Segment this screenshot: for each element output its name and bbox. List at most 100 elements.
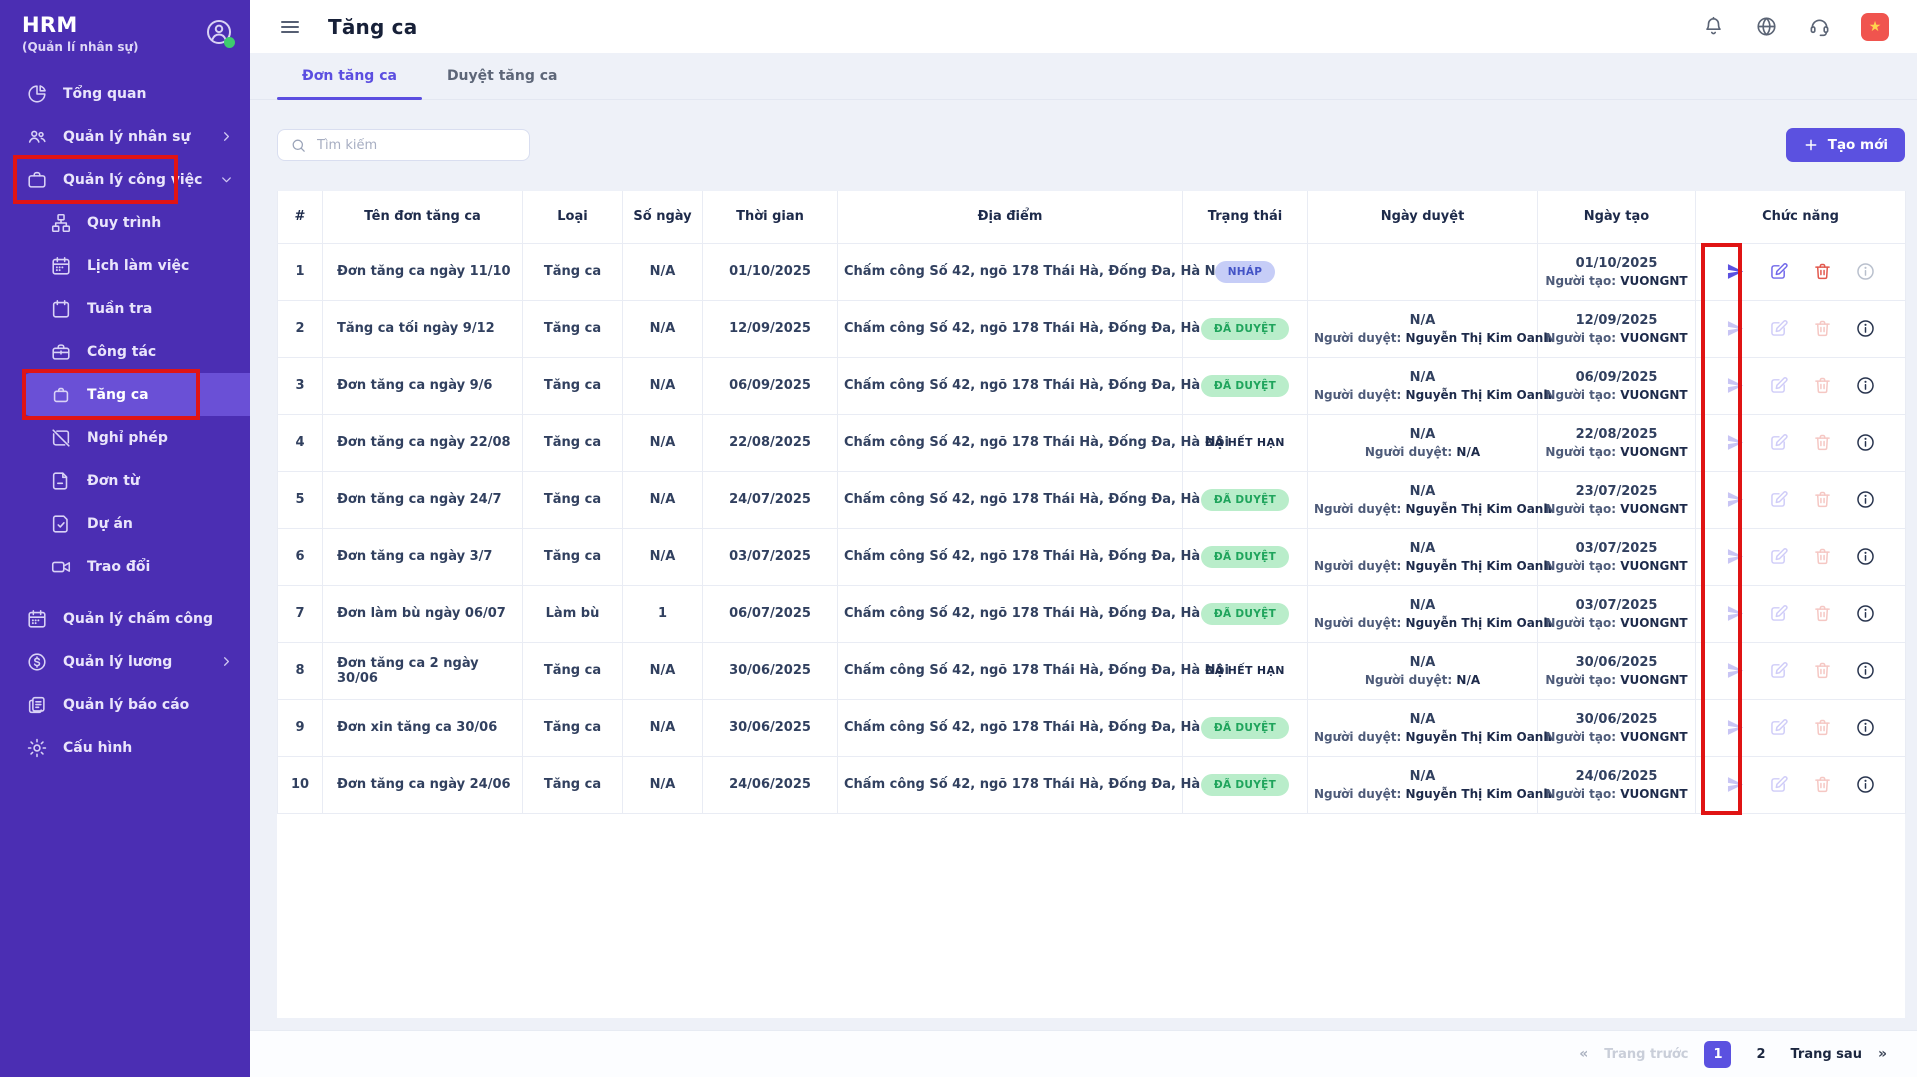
language-globe-icon[interactable] xyxy=(1755,15,1778,38)
table-header-row: # Tên đơn tăng ca Loại Số ngày Thời gian… xyxy=(278,191,1906,243)
send-icon[interactable] xyxy=(1725,261,1746,282)
delete-icon[interactable] xyxy=(1812,546,1833,567)
delete-icon[interactable] xyxy=(1812,318,1833,339)
approval-cell: N/A Người duyệt: Nguyễn Thị Kim Oanh xyxy=(1308,699,1538,756)
info-icon[interactable] xyxy=(1855,375,1876,396)
days-count: N/A xyxy=(623,471,703,528)
prev-page-button[interactable]: Trang trước xyxy=(1604,1047,1688,1062)
delete-icon[interactable] xyxy=(1812,774,1833,795)
edit-icon[interactable] xyxy=(1768,546,1789,567)
table-row: 7 Đơn làm bù ngày 06/07 Làm bù 1 06/07/2… xyxy=(278,585,1906,642)
edit-icon[interactable] xyxy=(1768,603,1789,624)
sidebar-item[interactable]: Quản lý báo cáo xyxy=(0,683,250,726)
send-icon[interactable] xyxy=(1725,603,1746,624)
created-date: 06/09/2025 xyxy=(1544,370,1689,385)
edit-icon[interactable] xyxy=(1768,432,1789,453)
status-cell: ĐÃ DUYỆT xyxy=(1183,528,1308,585)
vietnam-flag-icon[interactable]: ★ xyxy=(1861,13,1889,41)
sidebar-item[interactable]: Công tác xyxy=(0,330,250,373)
sidebar-item[interactable]: Cấu hình xyxy=(0,726,250,769)
delete-icon[interactable] xyxy=(1812,489,1833,510)
info-icon[interactable] xyxy=(1855,318,1876,339)
sidebar-item[interactable]: Quản lý nhân sự xyxy=(0,115,250,158)
send-icon[interactable] xyxy=(1725,774,1746,795)
sidebar-item[interactable]: Quản lý lương xyxy=(0,640,250,683)
tab[interactable]: Đơn tăng ca xyxy=(277,53,422,99)
delete-icon[interactable] xyxy=(1812,660,1833,681)
sidebar-item[interactable]: Tuần tra xyxy=(0,287,250,330)
table-row: 2 Tăng ca tối ngày 9/12 Tăng ca N/A 12/0… xyxy=(278,300,1906,357)
info-icon[interactable] xyxy=(1855,603,1876,624)
delete-icon[interactable] xyxy=(1812,717,1833,738)
sidebar-item[interactable]: Nghỉ phép xyxy=(0,416,250,459)
info-icon[interactable] xyxy=(1855,717,1876,738)
edit-icon[interactable] xyxy=(1768,774,1789,795)
sidebar-item[interactable]: Tăng ca xyxy=(22,373,250,416)
page-number-button[interactable]: 2 xyxy=(1747,1041,1774,1068)
calendar-grid-icon xyxy=(26,608,48,630)
edit-icon[interactable] xyxy=(1768,489,1789,510)
sidebar-item[interactable]: Đơn từ xyxy=(0,459,250,502)
created-date: 03/07/2025 xyxy=(1544,598,1689,613)
status-badge: NHÁP xyxy=(1215,261,1276,283)
send-icon[interactable] xyxy=(1725,489,1746,510)
send-icon[interactable] xyxy=(1725,318,1746,339)
status-cell: ĐÃ DUYỆT xyxy=(1183,699,1308,756)
support-headset-icon[interactable] xyxy=(1808,15,1831,38)
info-icon[interactable] xyxy=(1855,432,1876,453)
hamburger-menu-icon[interactable] xyxy=(278,15,302,39)
send-icon[interactable] xyxy=(1725,546,1746,567)
sidebar-item-label: Tổng quan xyxy=(63,86,146,102)
created-cell: 23/07/2025 Người tạo: VUONGNT xyxy=(1538,471,1696,528)
overtime-type: Tăng ca xyxy=(523,699,623,756)
overtime-type: Tăng ca xyxy=(523,471,623,528)
info-icon[interactable] xyxy=(1855,546,1876,567)
info-icon[interactable] xyxy=(1855,660,1876,681)
info-icon[interactable] xyxy=(1855,774,1876,795)
approver-name: Nguyễn Thị Kim Oanh xyxy=(1406,331,1552,345)
next-page-button[interactable]: Trang sau xyxy=(1790,1047,1861,1062)
info-icon[interactable] xyxy=(1855,489,1876,510)
creator-name: VUONGNT xyxy=(1620,616,1687,630)
create-new-button[interactable]: Tạo mới xyxy=(1786,128,1905,162)
send-icon[interactable] xyxy=(1725,432,1746,453)
info-icon[interactable] xyxy=(1855,261,1876,282)
approver-line: Người duyệt: Nguyễn Thị Kim Oanh xyxy=(1314,388,1531,402)
edit-icon[interactable] xyxy=(1768,717,1789,738)
send-icon[interactable] xyxy=(1725,375,1746,396)
edit-icon[interactable] xyxy=(1768,318,1789,339)
tab[interactable]: Duyệt tăng ca xyxy=(422,53,583,99)
delete-icon[interactable] xyxy=(1812,432,1833,453)
next-page-arrow[interactable]: » xyxy=(1878,1046,1887,1062)
row-number: 3 xyxy=(278,357,323,414)
sidebar-item-label: Quy trình xyxy=(87,215,161,231)
prev-page-arrow[interactable]: « xyxy=(1579,1046,1588,1062)
overtime-type: Làm bù xyxy=(523,585,623,642)
page-number-button[interactable]: 1 xyxy=(1704,1041,1731,1068)
send-icon[interactable] xyxy=(1725,660,1746,681)
search-input[interactable] xyxy=(317,138,517,153)
days-count: N/A xyxy=(623,528,703,585)
status-badge: ĐÃ DUYỆT xyxy=(1201,375,1289,397)
delete-icon[interactable] xyxy=(1812,375,1833,396)
notification-bell-icon[interactable] xyxy=(1702,15,1725,38)
edit-icon[interactable] xyxy=(1768,660,1789,681)
user-avatar-icon[interactable] xyxy=(204,17,234,47)
send-icon[interactable] xyxy=(1725,717,1746,738)
sidebar-item[interactable]: Quy trình xyxy=(0,201,250,244)
delete-icon[interactable] xyxy=(1812,261,1833,282)
overtime-name: Đơn tăng ca ngày 22/08 xyxy=(323,414,523,471)
approval-cell: N/A Người duyệt: N/A xyxy=(1308,642,1538,699)
edit-icon[interactable] xyxy=(1768,375,1789,396)
topbar: Tăng ca ★ xyxy=(250,0,1917,53)
pagination-bar: « Trang trước 1 2 Trang sau » xyxy=(250,1030,1917,1077)
sidebar-item[interactable]: Tổng quan xyxy=(0,72,250,115)
sidebar-item[interactable]: Quản lý công việc xyxy=(0,158,250,201)
sidebar-item[interactable]: Trao đổi xyxy=(0,545,250,588)
created-date: 30/06/2025 xyxy=(1544,655,1689,670)
edit-icon[interactable] xyxy=(1768,261,1789,282)
sidebar-item[interactable]: Lịch làm việc xyxy=(0,244,250,287)
sidebar-item[interactable]: Dự án xyxy=(0,502,250,545)
delete-icon[interactable] xyxy=(1812,603,1833,624)
sidebar-item[interactable]: Quản lý chấm công xyxy=(0,597,250,640)
